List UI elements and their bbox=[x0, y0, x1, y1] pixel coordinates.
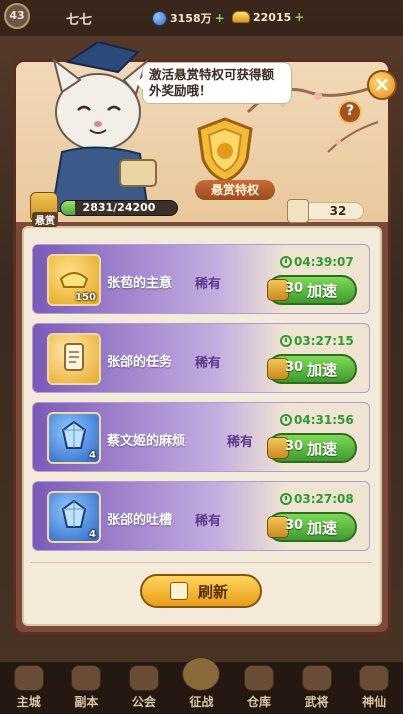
refresh-token-count: 32 bbox=[329, 204, 347, 218]
nav-label: 仓库 bbox=[247, 695, 272, 709]
close-button[interactable]: × bbox=[367, 70, 397, 100]
blue-gem-icon: 4 bbox=[47, 412, 101, 464]
speed-up-cost: 30 bbox=[285, 439, 304, 454]
nav-item-main-city[interactable]: 主城 bbox=[7, 665, 51, 710]
task-timer: 03:27:15 bbox=[280, 334, 354, 348]
task-name: 张郃的吐槽 bbox=[107, 513, 173, 528]
speed-up-button[interactable]: 30 加速 bbox=[267, 275, 357, 305]
bounty-progress: 悬赏 2831/24200 bbox=[30, 192, 178, 227]
swords-icon bbox=[182, 657, 221, 691]
nav-item-campaign[interactable]: 征战 bbox=[179, 657, 223, 710]
task-name: 张苞的主意 bbox=[107, 276, 173, 291]
task-rarity: 稀有 bbox=[195, 514, 222, 529]
nav-label: 征战 bbox=[189, 695, 214, 709]
gem-amount: 3158万 bbox=[170, 12, 212, 25]
task-timer: 04:39:07 bbox=[280, 255, 354, 269]
nav-item-generals[interactable]: 武将 bbox=[295, 665, 339, 710]
refresh-label: 刷新 bbox=[198, 583, 229, 601]
task-name: 张郃的任务 bbox=[107, 355, 173, 370]
task-timer-text: 04:39:07 bbox=[294, 255, 354, 269]
player-name: 七七 bbox=[66, 13, 93, 28]
gem-resource[interactable]: 3158万 + bbox=[152, 10, 225, 26]
refresh-token-counter: 32 bbox=[287, 199, 364, 223]
nav-label: 武将 bbox=[304, 695, 329, 709]
nav-item-warehouse[interactable]: 仓库 bbox=[237, 665, 281, 710]
task-row[interactable]: 150 张苞的主意 稀有 04:39:07 30 加速 bbox=[32, 244, 370, 314]
task-timer-text: 03:27:08 bbox=[294, 492, 354, 506]
bounty-tag: 悬赏 bbox=[32, 212, 58, 227]
ingot-icon bbox=[232, 11, 250, 23]
speed-up-button[interactable]: 30 加速 bbox=[267, 354, 357, 384]
add-ingots-icon[interactable]: + bbox=[294, 10, 304, 24]
refresh-button[interactable]: 刷新 bbox=[140, 574, 262, 608]
speed-up-label: 加速 bbox=[307, 361, 338, 379]
clock-icon bbox=[280, 256, 292, 268]
helmet-icon bbox=[301, 665, 332, 691]
speed-up-label: 加速 bbox=[307, 282, 338, 300]
privilege-label: 悬赏特权 bbox=[195, 180, 275, 200]
task-timer-text: 04:31:56 bbox=[294, 413, 354, 427]
nav-item-immortals[interactable]: 神仙 bbox=[352, 665, 396, 710]
task-reward-qty: 4 bbox=[89, 529, 96, 540]
task-row[interactable]: 4 张郃的吐槽 稀有 03:27:08 30 加速 bbox=[32, 481, 370, 551]
task-reward-qty: 150 bbox=[75, 292, 96, 303]
flag-icon bbox=[128, 665, 159, 691]
cat-face-icon bbox=[359, 665, 390, 691]
bottom-navigation: 主城 副本 公会 征战 仓库 武将 神仙 bbox=[0, 657, 403, 714]
refresh-token-icon bbox=[170, 582, 188, 600]
top-resource-bar: 43 七七 3158万 + 22015 + bbox=[0, 0, 403, 36]
ingot-amount: 22015 bbox=[253, 10, 292, 24]
nav-label: 副本 bbox=[74, 695, 99, 709]
speed-up-button[interactable]: 30 加速 bbox=[267, 433, 357, 463]
castle-icon bbox=[13, 665, 44, 691]
scroll-icon bbox=[47, 333, 101, 385]
speed-up-label: 加速 bbox=[307, 519, 338, 537]
bounty-progress-text: 2831/24200 bbox=[82, 201, 156, 214]
task-reward-qty: 4 bbox=[89, 450, 96, 461]
nav-label: 公会 bbox=[131, 695, 156, 709]
clock-icon bbox=[280, 335, 292, 347]
task-rarity: 稀有 bbox=[227, 435, 254, 450]
task-rarity: 稀有 bbox=[195, 356, 222, 371]
help-button[interactable]: ? bbox=[338, 100, 362, 124]
refresh-token-icon bbox=[287, 199, 309, 223]
gold-ingot-icon: 150 bbox=[47, 254, 101, 306]
nav-item-dungeon[interactable]: 副本 bbox=[64, 665, 108, 710]
blue-gem-icon: 4 bbox=[47, 491, 101, 543]
add-gems-icon[interactable]: + bbox=[215, 11, 225, 25]
task-timer: 04:31:56 bbox=[280, 413, 354, 427]
task-timer: 03:27:08 bbox=[280, 492, 354, 506]
clock-icon bbox=[280, 414, 292, 426]
chest-icon bbox=[244, 665, 275, 691]
task-name: 蔡文姬的麻烦 bbox=[107, 434, 186, 449]
task-row[interactable]: 4 蔡文姬的麻烦 稀有 04:31:56 30 加速 bbox=[32, 402, 370, 472]
nav-item-guild[interactable]: 公会 bbox=[122, 665, 166, 710]
speed-up-cost: 30 bbox=[285, 360, 304, 375]
hint-speech-bubble: 激活悬赏特权可获得额外奖励哦！ bbox=[135, 62, 292, 104]
clock-icon bbox=[280, 493, 292, 505]
nav-label: 主城 bbox=[16, 695, 41, 709]
task-rarity: 稀有 bbox=[195, 277, 222, 292]
task-row[interactable]: 张郃的任务 稀有 03:27:15 30 加速 bbox=[32, 323, 370, 393]
speed-up-button[interactable]: 30 加速 bbox=[267, 512, 357, 542]
speed-up-cost: 30 bbox=[285, 518, 304, 533]
task-timer-text: 03:27:15 bbox=[294, 334, 354, 348]
divider bbox=[30, 562, 372, 563]
ingot-resource[interactable]: 22015 + bbox=[232, 10, 304, 24]
nav-label: 神仙 bbox=[362, 695, 387, 709]
speed-up-cost: 30 bbox=[285, 281, 304, 296]
book-icon bbox=[71, 665, 102, 691]
golden-shield-icon bbox=[197, 117, 253, 183]
speed-up-label: 加速 bbox=[307, 440, 338, 458]
gem-icon bbox=[152, 10, 167, 26]
player-level-badge: 43 bbox=[4, 3, 30, 29]
